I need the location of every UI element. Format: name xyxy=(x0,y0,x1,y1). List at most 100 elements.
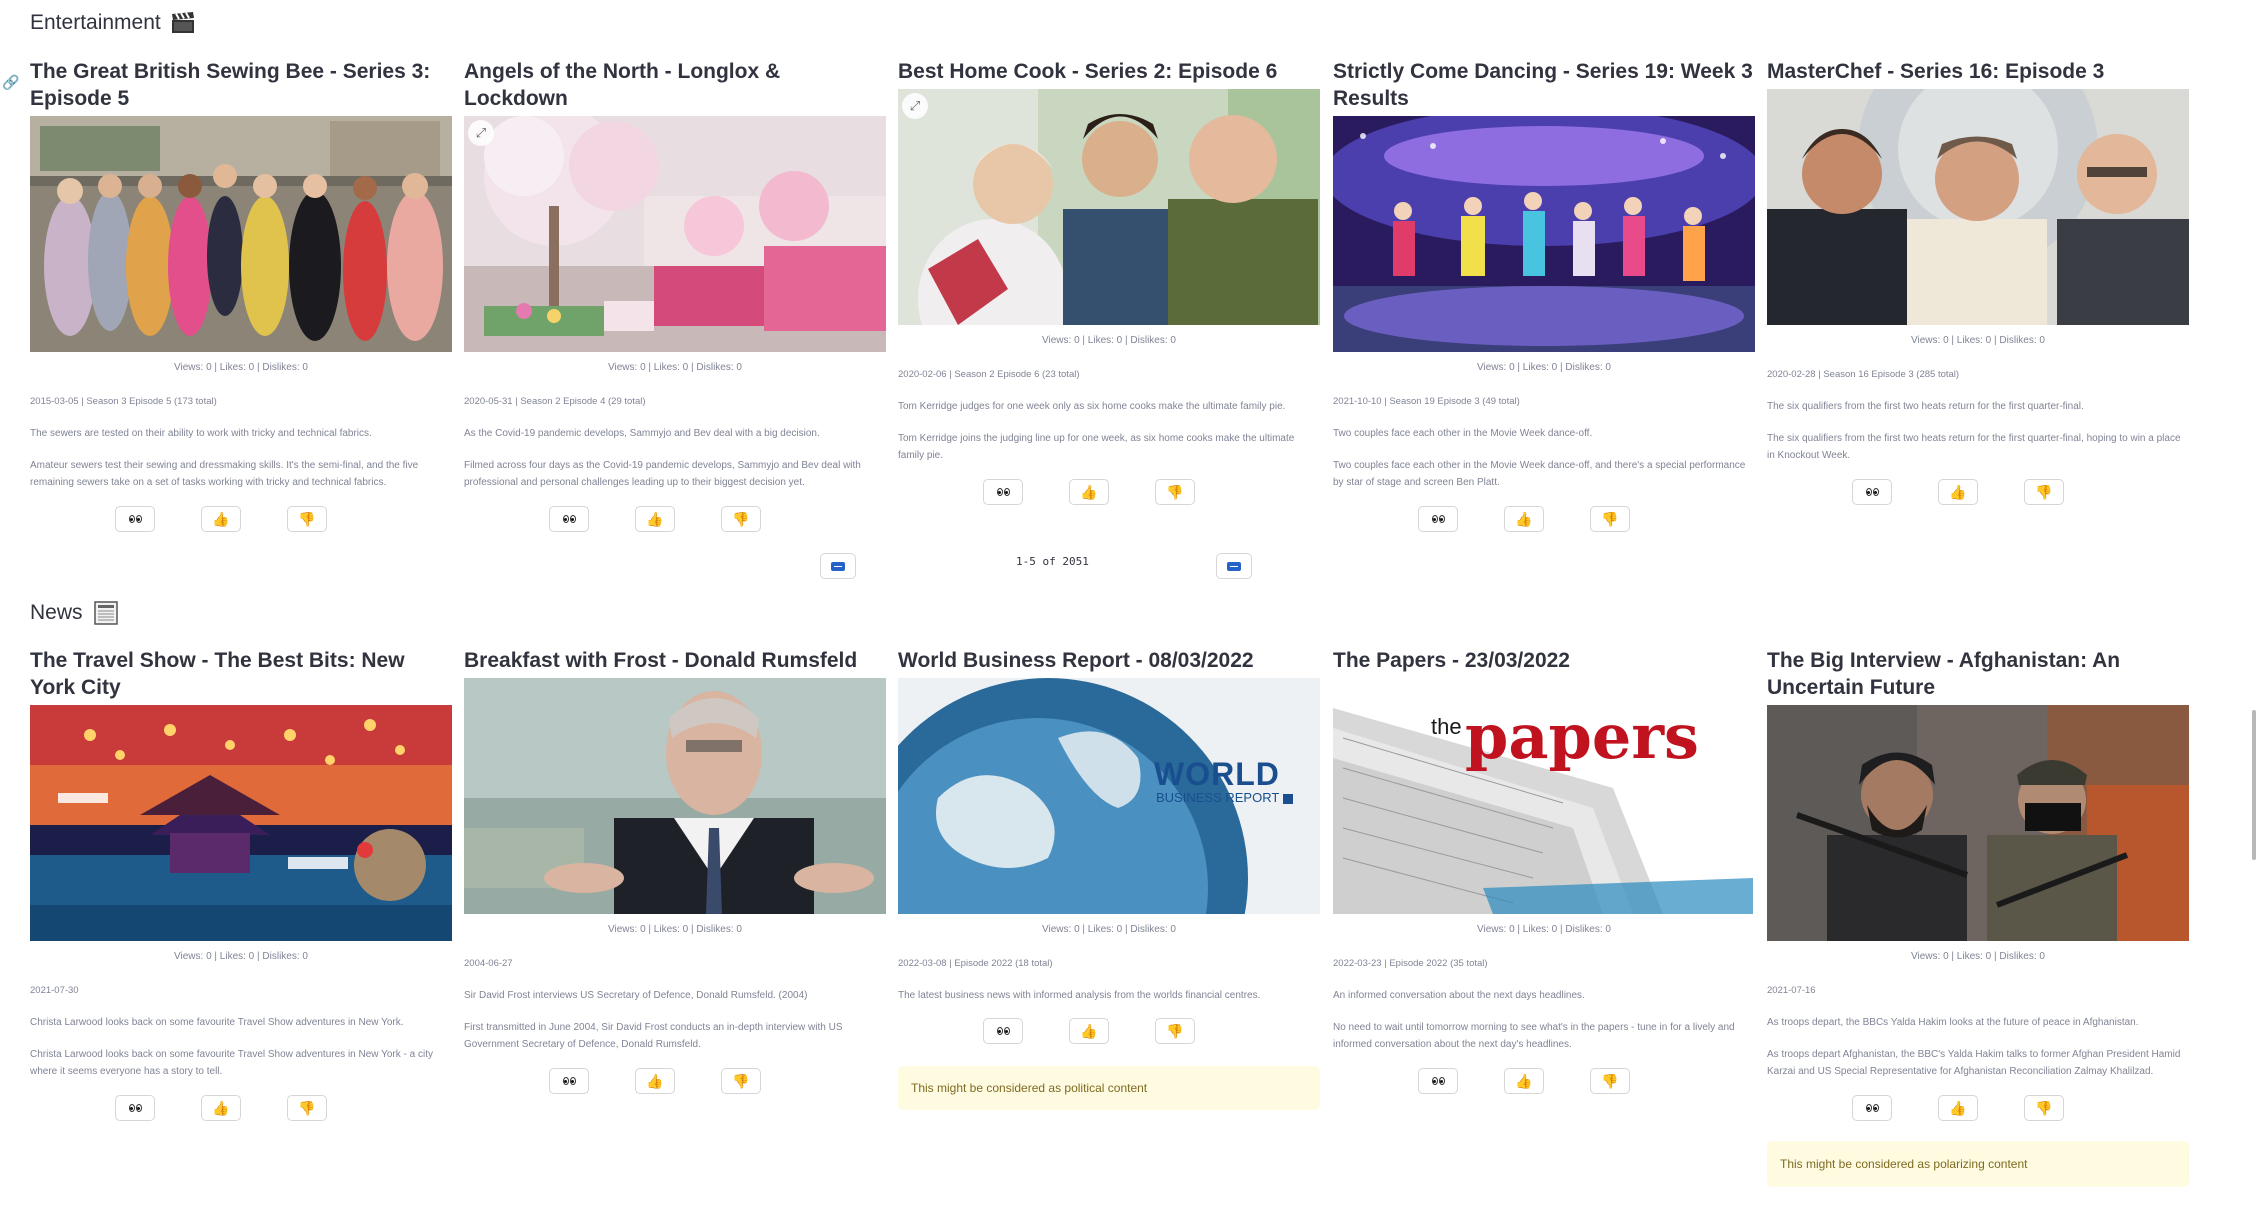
video-title[interactable]: Breakfast with Frost - Donald Rumsfeld xyxy=(464,647,886,674)
like-button[interactable]: 👍 xyxy=(1504,1068,1544,1094)
video-thumbnail[interactable] xyxy=(1767,705,2189,941)
view-button[interactable] xyxy=(983,1018,1023,1044)
like-button[interactable]: 👍 xyxy=(1504,506,1544,532)
video-thumbnail[interactable]: ⤢ xyxy=(898,89,1320,325)
thumbs-down-icon: 👎 xyxy=(732,1072,750,1089)
thumbs-up-icon: 👍 xyxy=(212,1099,230,1116)
video-short-description: Two couples face each other in the Movie… xyxy=(1333,428,1593,439)
like-button[interactable]: 👍 xyxy=(201,1095,241,1121)
video-meta: 2020-02-28 | Season 16 Episode 3 (285 to… xyxy=(1767,369,1960,380)
video-short-description: Tom Kerridge judges for one week only as… xyxy=(898,401,1286,412)
thumbs-down-icon: 👎 xyxy=(1601,510,1619,527)
view-button[interactable] xyxy=(115,1095,155,1121)
thumbs-up-icon: 👍 xyxy=(1949,483,1967,500)
video-stats: Views: 0 | Likes: 0 | Dislikes: 0 xyxy=(608,924,742,935)
eyes-icon xyxy=(1431,1077,1445,1085)
thumbs-up-icon: 👍 xyxy=(646,510,664,527)
video-title[interactable]: World Business Report - 08/03/2022 xyxy=(898,647,1320,674)
previous-page-button[interactable] xyxy=(820,553,856,579)
page-scrollbar[interactable] xyxy=(2252,710,2256,860)
like-button[interactable]: 👍 xyxy=(1069,1018,1109,1044)
video-card: Strictly Come Dancing - Series 19: Week … xyxy=(1333,58,1755,532)
thumbs-down-icon: 👎 xyxy=(298,510,316,527)
dislike-button[interactable]: 👎 xyxy=(1155,1018,1195,1044)
video-thumbnail[interactable]: WORLD BUSINESS REPORT xyxy=(898,678,1320,914)
video-thumbnail[interactable] xyxy=(30,705,452,941)
thumbs-down-icon: 👎 xyxy=(2035,1099,2053,1116)
dislike-button[interactable]: 👎 xyxy=(287,1095,327,1121)
video-short-description: The six qualifiers from the first two he… xyxy=(1767,401,2084,412)
video-thumbnail[interactable]: ⤢ xyxy=(464,116,886,352)
dislike-button[interactable]: 👎 xyxy=(1590,506,1630,532)
video-card: Angels of the North - Longlox & Lockdown… xyxy=(464,58,886,532)
link-icon[interactable]: 🔗 xyxy=(2,74,19,91)
thumbs-up-icon: 👍 xyxy=(212,510,230,527)
like-button[interactable]: 👍 xyxy=(635,506,675,532)
video-title[interactable]: The Papers - 23/03/2022 xyxy=(1333,647,1755,674)
eyes-icon xyxy=(562,1077,576,1085)
section-title-text: News xyxy=(30,601,83,624)
dislike-button[interactable]: 👎 xyxy=(721,1068,761,1094)
view-button[interactable] xyxy=(1852,479,1892,505)
expand-icon[interactable]: ⤢ xyxy=(468,120,494,146)
video-stats: Views: 0 | Likes: 0 | Dislikes: 0 xyxy=(174,362,308,373)
view-button[interactable] xyxy=(983,479,1023,505)
video-thumbnail[interactable] xyxy=(30,116,452,352)
video-card: World Business Report - 08/03/2022 WORLD… xyxy=(898,647,1320,1110)
video-title[interactable]: Best Home Cook - Series 2: Episode 6 xyxy=(898,58,1320,85)
view-button[interactable] xyxy=(115,506,155,532)
eyes-icon xyxy=(1865,488,1879,496)
video-stats: Views: 0 | Likes: 0 | Dislikes: 0 xyxy=(1477,924,1611,935)
dislike-button[interactable]: 👎 xyxy=(1590,1068,1630,1094)
the-logo-text: the xyxy=(1431,714,1462,739)
like-button[interactable]: 👍 xyxy=(201,506,241,532)
video-thumbnail[interactable]: the papers xyxy=(1333,678,1755,914)
view-button[interactable] xyxy=(1852,1095,1892,1121)
like-button[interactable]: 👍 xyxy=(1938,479,1978,505)
video-short-description: The sewers are tested on their ability t… xyxy=(30,428,372,439)
video-title[interactable]: The Big Interview - Afghanistan: An Unce… xyxy=(1767,647,2189,701)
next-page-button[interactable] xyxy=(1216,553,1252,579)
logo-square-icon xyxy=(1282,793,1293,804)
dislike-button[interactable]: 👎 xyxy=(721,506,761,532)
view-button[interactable] xyxy=(549,506,589,532)
dislike-button[interactable]: 👎 xyxy=(1155,479,1195,505)
business-report-label: BUSINESS REPORT xyxy=(1156,790,1280,805)
video-short-description: Christa Larwood looks back on some favou… xyxy=(30,1017,404,1028)
thumbs-up-icon: 👍 xyxy=(1949,1099,1967,1116)
video-title[interactable]: The Travel Show - The Best Bits: New Yor… xyxy=(30,647,452,701)
video-meta: 2021-10-10 | Season 19 Episode 3 (49 tot… xyxy=(1333,396,1520,407)
video-meta: 2020-05-31 | Season 2 Episode 4 (29 tota… xyxy=(464,396,646,407)
reaction-buttons: 👍 👎 xyxy=(115,506,452,532)
like-button[interactable]: 👍 xyxy=(1938,1095,1978,1121)
video-thumbnail[interactable] xyxy=(1767,89,2189,325)
video-meta: 2022-03-08 | Episode 2022 (18 total) xyxy=(898,958,1053,969)
expand-icon[interactable]: ⤢ xyxy=(902,93,928,119)
eyes-icon xyxy=(1431,515,1445,523)
video-thumbnail[interactable] xyxy=(464,678,886,914)
view-button[interactable] xyxy=(1418,506,1458,532)
like-button[interactable]: 👍 xyxy=(635,1068,675,1094)
video-short-description: The latest business news with informed a… xyxy=(898,990,1261,1001)
dislike-button[interactable]: 👎 xyxy=(287,506,327,532)
view-button[interactable] xyxy=(549,1068,589,1094)
like-button[interactable]: 👍 xyxy=(1069,479,1109,505)
reaction-buttons: 👍 👎 xyxy=(1852,1095,2189,1121)
video-stats: Views: 0 | Likes: 0 | Dislikes: 0 xyxy=(1911,951,2045,962)
video-title[interactable]: MasterChef - Series 16: Episode 3 xyxy=(1767,58,2189,85)
video-title[interactable]: Strictly Come Dancing - Series 19: Week … xyxy=(1333,58,1755,112)
eyes-icon xyxy=(1865,1104,1879,1112)
video-meta: 2015-03-05 | Season 3 Episode 5 (173 tot… xyxy=(30,396,217,407)
video-thumbnail[interactable] xyxy=(1333,116,1755,352)
eyes-icon xyxy=(562,515,576,523)
thumbs-down-icon: 👎 xyxy=(298,1099,316,1116)
video-long-description: Amateur sewers test their sewing and dre… xyxy=(30,460,419,488)
dislike-button[interactable]: 👎 xyxy=(2024,479,2064,505)
pager-status: 1-5 of 2051 xyxy=(1016,555,1089,568)
video-title[interactable]: The Great British Sewing Bee - Series 3:… xyxy=(30,58,452,112)
video-title[interactable]: Angels of the North - Longlox & Lockdown xyxy=(464,58,886,112)
video-stats: Views: 0 | Likes: 0 | Dislikes: 0 xyxy=(1042,924,1176,935)
dislike-button[interactable]: 👎 xyxy=(2024,1095,2064,1121)
view-button[interactable] xyxy=(1418,1068,1458,1094)
video-stats: Views: 0 | Likes: 0 | Dislikes: 0 xyxy=(174,951,308,962)
